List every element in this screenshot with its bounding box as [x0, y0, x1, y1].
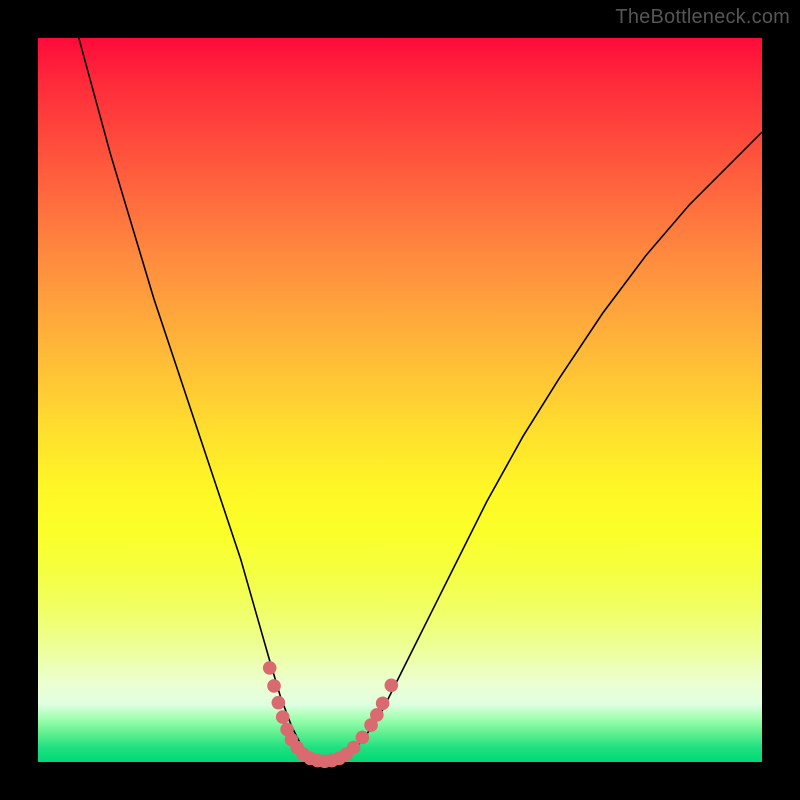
highlight-dot	[356, 731, 370, 745]
highlight-dot	[385, 678, 399, 692]
watermark-text: TheBottleneck.com	[615, 6, 790, 29]
highlight-dot	[370, 708, 384, 722]
chart-frame: TheBottleneck.com	[0, 0, 800, 800]
plot-area	[38, 38, 762, 762]
bottleneck-curve	[67, 0, 762, 762]
highlight-dot	[276, 710, 290, 724]
highlight-dot	[376, 697, 390, 711]
highlight-markers	[263, 661, 398, 768]
highlight-dot	[267, 679, 281, 693]
highlight-dot	[272, 696, 286, 710]
curve-svg	[38, 38, 762, 762]
highlight-dot	[263, 661, 277, 675]
